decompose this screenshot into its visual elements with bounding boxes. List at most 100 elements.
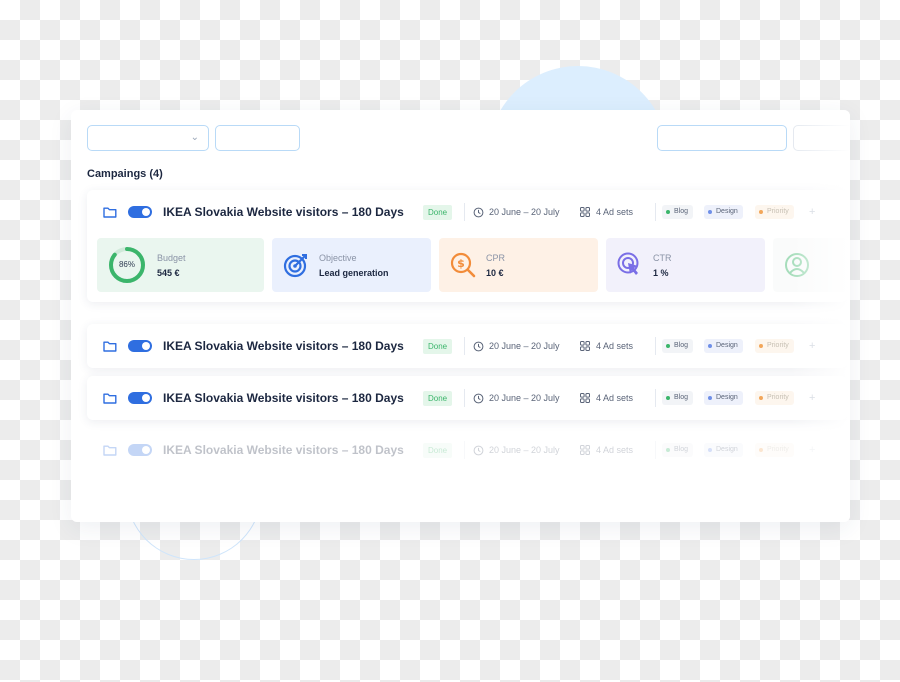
campaign-toggle[interactable]	[128, 340, 152, 352]
tag-priority[interactable]: Priority	[755, 443, 794, 457]
campaign-row[interactable]: IKEA Slovakia Website visitors – 180 Day…	[87, 376, 847, 420]
tag-dot	[666, 448, 670, 452]
tag-dot	[666, 210, 670, 214]
tag-label: Design	[716, 394, 738, 401]
budget-label: Budget	[157, 253, 186, 263]
tag-label: Priority	[767, 394, 789, 401]
add-tag-icon[interactable]: +	[809, 392, 815, 404]
tag-label: Design	[716, 342, 738, 349]
status-badge: Done	[423, 204, 453, 220]
tag-label: Blog	[674, 208, 689, 215]
campaign-title[interactable]: IKEA Slovakia Website visitors – 180 Day…	[163, 443, 404, 457]
campaign-row[interactable]: IKEA Slovakia Website visitors – 180 Day…	[87, 190, 847, 234]
status-badge: Done	[423, 338, 453, 354]
clock-icon	[473, 445, 484, 455]
tag-label: Design	[716, 208, 738, 215]
folder-icon[interactable]	[103, 340, 117, 352]
campaign-title[interactable]: IKEA Slovakia Website visitors – 180 Day…	[163, 205, 404, 219]
add-tag-icon[interactable]: +	[809, 340, 815, 352]
tag-label: Design	[716, 446, 738, 453]
tag-design[interactable]: Design	[704, 339, 743, 353]
campaign-dates: 20 June – 20 July	[489, 207, 560, 217]
ad-sets-count[interactable]: 4 Ad sets	[596, 207, 633, 217]
status-badge: Done	[423, 390, 453, 406]
tag-priority[interactable]: Priority	[755, 205, 794, 219]
folder-icon[interactable]	[103, 206, 117, 218]
campaign-card[interactable]: IKEA Slovakia Website visitors – 180 Day…	[87, 428, 847, 472]
tag-design[interactable]: Design	[704, 443, 743, 457]
tag-dot	[708, 344, 712, 348]
tag-label: Priority	[767, 208, 789, 215]
campaign-card[interactable]: IKEA Slovakia Website visitors – 180 Day…	[87, 376, 847, 420]
toolbar-button[interactable]	[793, 125, 850, 151]
section-title: Campaings (4)	[87, 168, 163, 180]
grid-icon	[580, 207, 590, 217]
grid-icon	[580, 445, 590, 455]
tag-priority[interactable]: Priority	[755, 339, 794, 353]
tag-dot	[759, 396, 763, 400]
svg-text:$: $	[457, 257, 465, 270]
campaign-toggle[interactable]	[128, 392, 152, 404]
tag-label: Blog	[674, 446, 689, 453]
date-filter-input[interactable]	[215, 125, 300, 151]
divider	[464, 337, 465, 355]
grid-icon	[580, 393, 590, 403]
tag-dot	[666, 396, 670, 400]
toggle-knob	[142, 208, 150, 216]
objective-value: Lead generation	[319, 268, 389, 278]
divider	[655, 337, 656, 355]
campaign-card[interactable]: IKEA Slovakia Website visitors – 180 Day…	[87, 324, 847, 368]
tag-priority[interactable]: Priority	[755, 391, 794, 405]
campaign-dates: 20 June – 20 July	[489, 393, 560, 403]
ctr-label: CTR	[653, 253, 672, 263]
divider	[655, 203, 656, 221]
tag-design[interactable]: Design	[704, 205, 743, 219]
clock-icon	[473, 341, 484, 351]
tag-blog[interactable]: Blog	[662, 339, 694, 353]
tag-dot	[759, 210, 763, 214]
campaign-row[interactable]: IKEA Slovakia Website visitors – 180 Day…	[87, 324, 847, 368]
tag-blog[interactable]: Blog	[662, 205, 694, 219]
objective-label: Objective	[319, 253, 357, 263]
divider	[464, 389, 465, 407]
folder-icon[interactable]	[103, 444, 117, 456]
ctr-value: 1 %	[653, 268, 669, 278]
clock-icon	[473, 207, 484, 217]
campaign-row[interactable]: IKEA Slovakia Website visitors – 180 Day…	[87, 428, 847, 472]
ad-sets-count[interactable]: 4 Ad sets	[596, 445, 633, 455]
campaign-card[interactable]: IKEA Slovakia Website visitors – 180 Day…	[87, 190, 850, 302]
tag-blog[interactable]: Blog	[662, 391, 694, 405]
tag-dot	[708, 448, 712, 452]
add-tag-icon[interactable]: +	[809, 206, 815, 218]
campaign-filter-dropdown[interactable]: ⌄	[87, 125, 209, 151]
cursor-click-icon	[617, 252, 639, 275]
tag-dot	[708, 210, 712, 214]
chevron-down-icon: ⌄	[190, 132, 199, 143]
campaign-dates: 20 June – 20 July	[489, 445, 560, 455]
toggle-knob	[142, 446, 150, 454]
tag-dot	[759, 344, 763, 348]
folder-icon[interactable]	[103, 392, 117, 404]
toggle-knob	[142, 342, 150, 350]
ad-sets-count[interactable]: 4 Ad sets	[596, 341, 633, 351]
tag-dot	[666, 344, 670, 348]
tag-blog[interactable]: Blog	[662, 443, 694, 457]
divider	[655, 441, 656, 459]
budget-value: 545 €	[157, 268, 180, 278]
divider	[655, 389, 656, 407]
toggle-knob	[142, 394, 150, 402]
divider	[464, 203, 465, 221]
campaign-title[interactable]: IKEA Slovakia Website visitors – 180 Day…	[163, 339, 404, 353]
ad-sets-count[interactable]: 4 Ad sets	[596, 393, 633, 403]
campaign-dates: 20 June – 20 July	[489, 341, 560, 351]
add-tag-icon[interactable]: +	[809, 444, 815, 456]
campaign-toggle[interactable]	[128, 206, 152, 218]
search-input[interactable]	[657, 125, 787, 151]
campaign-toggle[interactable]	[128, 444, 152, 456]
tag-label: Priority	[767, 446, 789, 453]
person-icon	[785, 253, 809, 277]
campaign-title[interactable]: IKEA Slovakia Website visitors – 180 Day…	[163, 391, 404, 405]
campaigns-panel: ⌄ Campaings (4) IKEA Slovakia Website vi…	[71, 110, 850, 522]
tag-design[interactable]: Design	[704, 391, 743, 405]
dollar-search-icon: $	[450, 252, 476, 278]
